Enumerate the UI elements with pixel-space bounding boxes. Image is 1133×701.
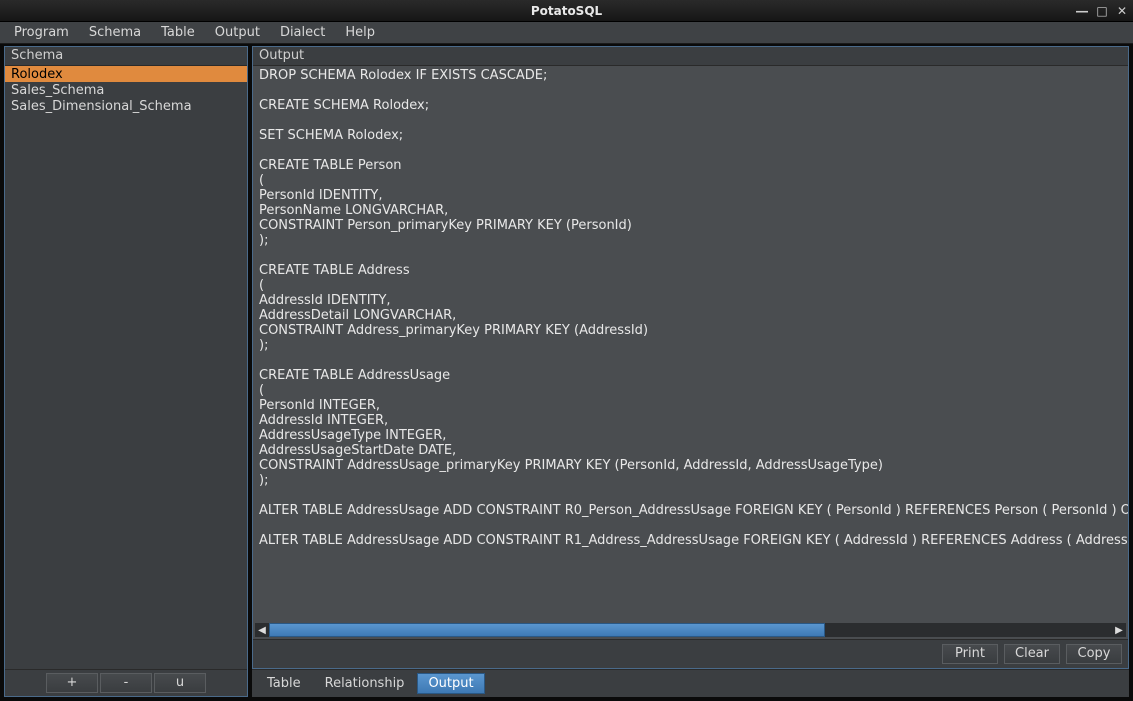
maximize-icon[interactable]: □ xyxy=(1095,4,1109,18)
scroll-track[interactable] xyxy=(269,623,1112,637)
schema-buttons: + - u xyxy=(5,669,247,696)
tab-relationship[interactable]: Relationship xyxy=(314,673,416,694)
output-hscrollbar[interactable]: ◀ ▶ xyxy=(255,623,1126,637)
scroll-thumb[interactable] xyxy=(269,623,825,637)
add-schema-button[interactable]: + xyxy=(46,673,98,693)
menu-dialect[interactable]: Dialect xyxy=(270,23,335,42)
schema-panel-header: Schema xyxy=(5,47,247,66)
minimize-icon[interactable]: ― xyxy=(1075,4,1089,18)
menu-schema[interactable]: Schema xyxy=(79,23,151,42)
main-pane: Output DROP SCHEMA Rolodex IF EXISTS CAS… xyxy=(252,46,1129,697)
output-text[interactable]: DROP SCHEMA Rolodex IF EXISTS CASCADE; C… xyxy=(253,66,1128,621)
menu-help[interactable]: Help xyxy=(335,23,385,42)
menu-program[interactable]: Program xyxy=(4,23,79,42)
output-body: DROP SCHEMA Rolodex IF EXISTS CASCADE; C… xyxy=(253,66,1128,639)
menu-output[interactable]: Output xyxy=(205,23,270,42)
window-title: PotatoSQL xyxy=(531,4,602,18)
titlebar[interactable]: PotatoSQL ― □ ✕ xyxy=(0,0,1133,22)
output-panel-header: Output xyxy=(253,47,1128,66)
sidebar: Schema Rolodex Sales_Schema Sales_Dimens… xyxy=(4,46,248,697)
menu-table[interactable]: Table xyxy=(151,23,205,42)
schema-list[interactable]: Rolodex Sales_Schema Sales_Dimensional_S… xyxy=(5,66,247,669)
scroll-left-icon[interactable]: ◀ xyxy=(255,623,269,637)
output-actions: Print Clear Copy xyxy=(253,639,1128,668)
schema-panel: Schema Rolodex Sales_Schema Sales_Dimens… xyxy=(4,46,248,697)
app-window: PotatoSQL ― □ ✕ Program Schema Table Out… xyxy=(0,0,1133,701)
schema-item-sales-dimensional-schema[interactable]: Sales_Dimensional_Schema xyxy=(5,98,247,114)
clear-button[interactable]: Clear xyxy=(1004,644,1060,664)
schema-item-sales-schema[interactable]: Sales_Schema xyxy=(5,82,247,98)
remove-schema-button[interactable]: - xyxy=(100,673,152,693)
close-icon[interactable]: ✕ xyxy=(1115,4,1129,18)
tab-output[interactable]: Output xyxy=(417,673,484,694)
output-panel: Output DROP SCHEMA Rolodex IF EXISTS CAS… xyxy=(252,46,1129,669)
print-button[interactable]: Print xyxy=(942,644,998,664)
copy-button[interactable]: Copy xyxy=(1066,644,1122,664)
menubar: Program Schema Table Output Dialect Help xyxy=(0,22,1133,44)
window-controls: ― □ ✕ xyxy=(1075,0,1129,22)
update-schema-button[interactable]: u xyxy=(154,673,206,693)
bottom-tabbar: Table Relationship Output xyxy=(252,669,1129,697)
schema-item-rolodex[interactable]: Rolodex xyxy=(5,66,247,82)
scroll-right-icon[interactable]: ▶ xyxy=(1112,623,1126,637)
tab-table[interactable]: Table xyxy=(256,673,312,694)
content-area: Schema Rolodex Sales_Schema Sales_Dimens… xyxy=(0,44,1133,701)
